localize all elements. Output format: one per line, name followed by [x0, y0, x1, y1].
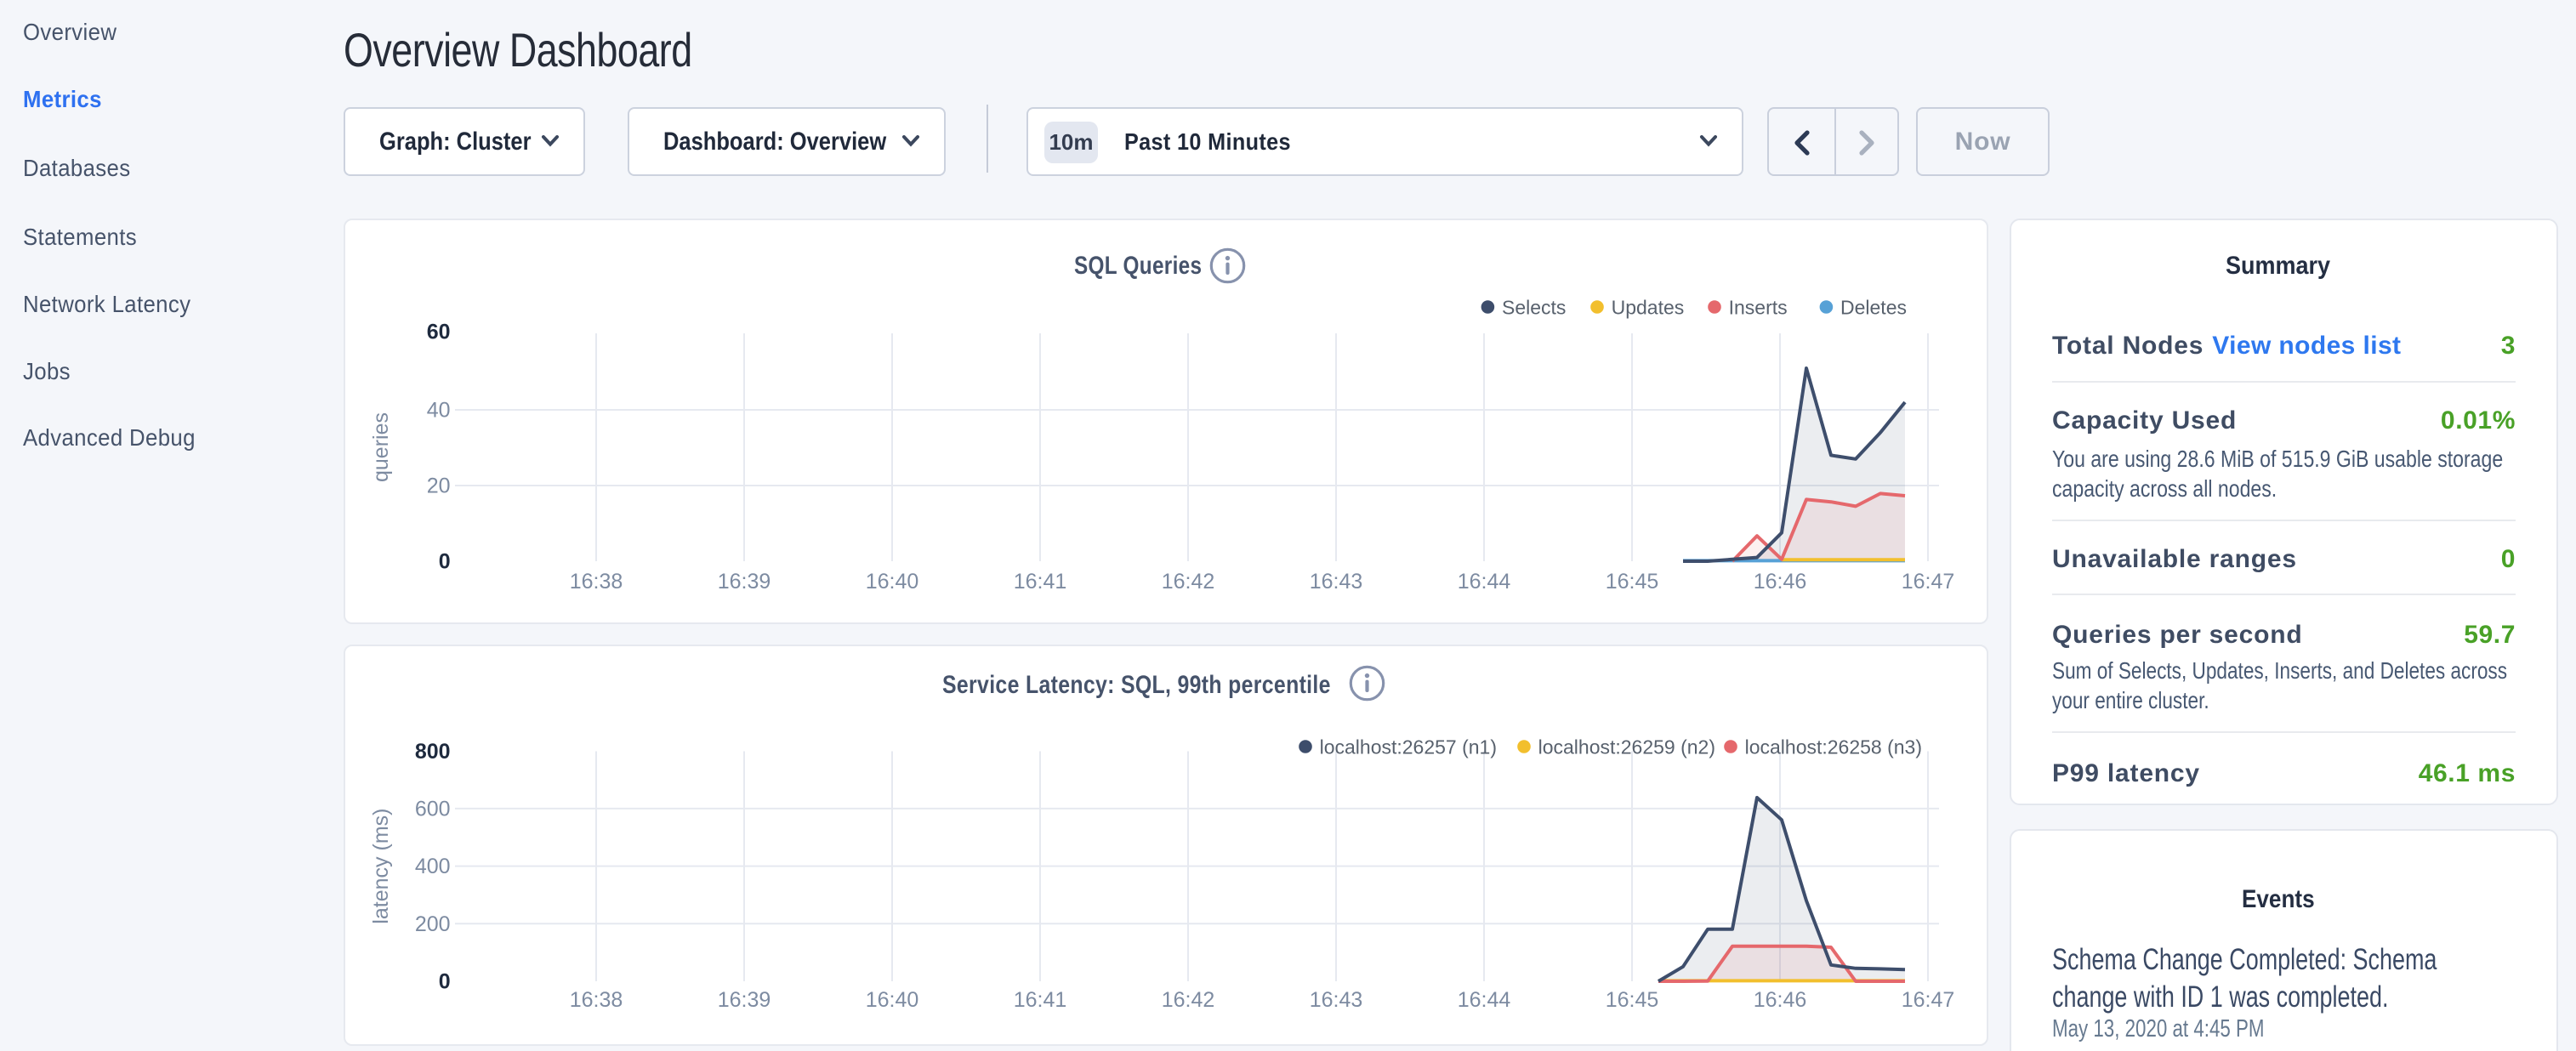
svg-text:16:42: 16:42 [1162, 570, 1215, 594]
svg-text:latency (ms): latency (ms) [369, 809, 393, 924]
svg-text:0: 0 [439, 550, 451, 574]
svg-text:16:45: 16:45 [1606, 988, 1659, 1012]
svg-text:16:38: 16:38 [570, 988, 623, 1012]
svg-text:localhost:26257 (n1): localhost:26257 (n1) [1320, 736, 1497, 758]
svg-text:0: 0 [439, 970, 451, 994]
svg-text:400: 400 [415, 855, 451, 878]
svg-text:16:39: 16:39 [718, 988, 771, 1012]
svg-text:16:40: 16:40 [866, 570, 919, 594]
svg-text:60: 60 [427, 321, 451, 344]
svg-text:16:41: 16:41 [1014, 570, 1067, 594]
svg-text:16:44: 16:44 [1458, 570, 1511, 594]
svg-text:16:47: 16:47 [1902, 570, 1955, 594]
svg-text:800: 800 [415, 740, 451, 764]
svg-text:queries: queries [369, 412, 393, 482]
svg-text:16:46: 16:46 [1754, 570, 1807, 594]
svg-text:16:45: 16:45 [1606, 570, 1659, 594]
svg-text:16:39: 16:39 [718, 570, 771, 594]
svg-text:40: 40 [427, 399, 451, 423]
svg-text:Updates: Updates [1612, 296, 1685, 318]
svg-text:200: 200 [415, 912, 451, 936]
svg-text:Selects: Selects [1502, 296, 1566, 318]
svg-text:Inserts: Inserts [1729, 296, 1788, 318]
svg-text:16:46: 16:46 [1754, 988, 1807, 1012]
svg-text:16:44: 16:44 [1458, 988, 1511, 1012]
svg-text:16:41: 16:41 [1014, 988, 1067, 1012]
svg-text:20: 20 [427, 474, 451, 498]
svg-text:localhost:26258 (n3): localhost:26258 (n3) [1745, 736, 1922, 758]
svg-text:16:43: 16:43 [1310, 988, 1363, 1012]
svg-text:16:40: 16:40 [866, 988, 919, 1012]
svg-text:localhost:26259 (n2): localhost:26259 (n2) [1538, 736, 1715, 758]
svg-text:16:42: 16:42 [1162, 988, 1215, 1012]
svg-text:600: 600 [415, 798, 451, 821]
svg-text:Deletes: Deletes [1840, 296, 1907, 318]
svg-text:16:38: 16:38 [570, 570, 623, 594]
svg-text:16:43: 16:43 [1310, 570, 1363, 594]
svg-text:16:47: 16:47 [1902, 988, 1955, 1012]
